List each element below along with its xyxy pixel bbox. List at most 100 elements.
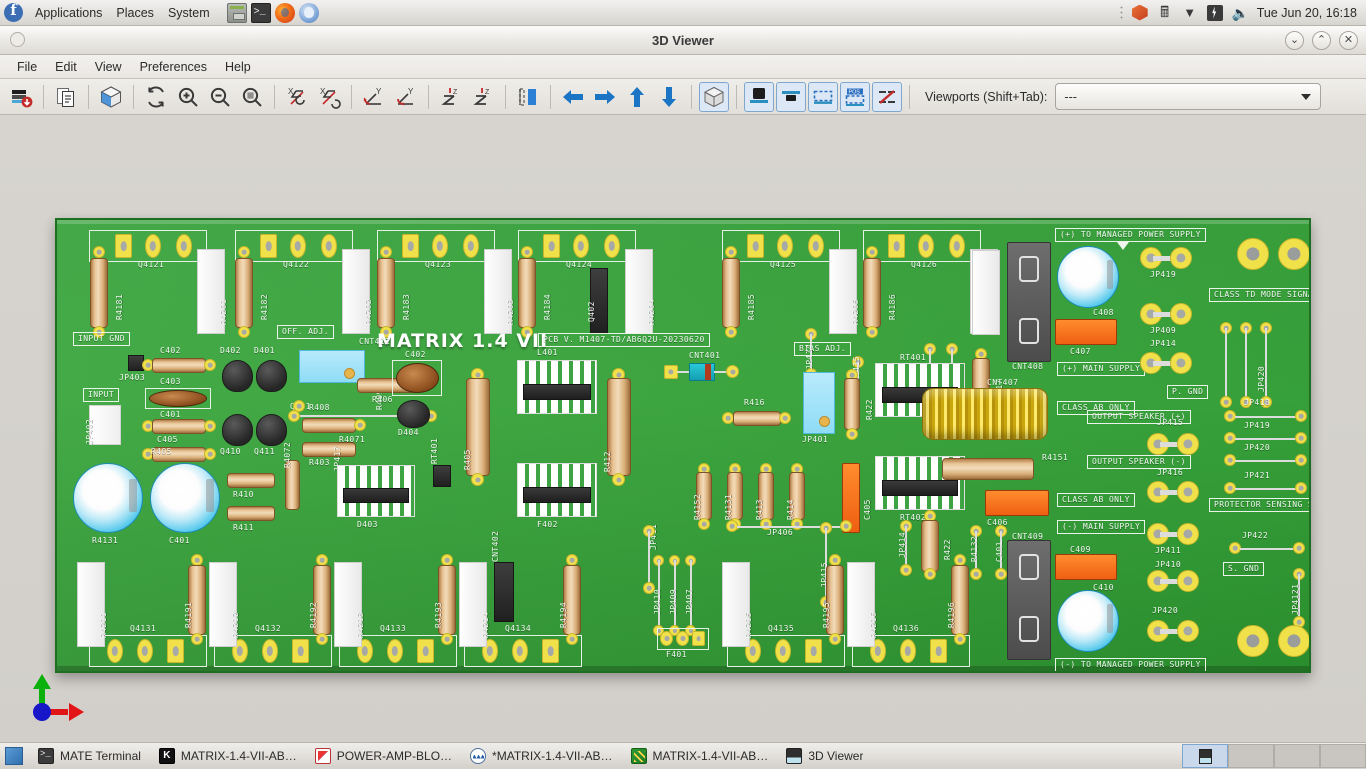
volume-icon[interactable]: 🔈 [1232, 5, 1249, 21]
pad [238, 326, 250, 338]
pad [664, 365, 678, 379]
workspace-2[interactable] [1228, 743, 1274, 768]
mate-browser-icon[interactable] [298, 2, 319, 23]
show-outline-icon[interactable] [808, 81, 838, 112]
task-power-amp-block[interactable]: POWER-AMP-BLO… [306, 745, 461, 767]
silk-designator: Q4134 [505, 624, 532, 633]
move-up-icon[interactable] [622, 82, 652, 112]
menu-help[interactable]: Help [216, 57, 260, 77]
silk-designator: R416 [744, 398, 765, 407]
task-label: 3D Viewer [808, 748, 864, 763]
resistor-body [733, 411, 781, 426]
show-desktop-button[interactable] [5, 746, 23, 765]
silk-designator: C407 [1070, 347, 1091, 356]
files-icon[interactable] [226, 2, 247, 23]
trimmer-body[interactable] [299, 350, 365, 383]
terminal-icon[interactable] [250, 2, 271, 23]
zoom-out-icon[interactable] [205, 82, 235, 112]
move-left-icon[interactable] [558, 82, 588, 112]
heatsink-body [517, 463, 597, 517]
rotate-z-ccw-icon[interactable]: Z [436, 82, 466, 112]
task-matrix-modified[interactable]: *MATRIX-1.4-VII-AB… [461, 745, 621, 767]
maximize-button[interactable]: ⌃ [1312, 31, 1331, 50]
show-position-icon[interactable]: POS [840, 81, 870, 112]
zoom-fit-icon[interactable] [237, 82, 267, 112]
workspace-1[interactable] [1182, 743, 1228, 768]
silk-designator: R422 [865, 399, 874, 420]
mounting-hole [1237, 238, 1269, 270]
board-edge-highlight [57, 220, 1309, 224]
silk-designator: R4205 [851, 298, 860, 325]
task-matrix-pcb[interactable]: MATRIX-1.4-VII-AB… [622, 745, 778, 767]
render-icon[interactable] [96, 82, 126, 112]
bluetooth-icon[interactable]: 🖩 [1157, 4, 1173, 21]
silk-designator: R4202 [364, 298, 373, 325]
rotate-y-ccw-icon[interactable]: Y [359, 82, 389, 112]
workspace-4[interactable] [1320, 743, 1366, 768]
silk-designator: R422 [943, 539, 952, 560]
move-down-icon[interactable] [654, 82, 684, 112]
resistor-body [302, 442, 356, 457]
silk-designator: JP416 [1157, 468, 1184, 477]
panel-menu-applications[interactable]: Applications [28, 3, 109, 23]
rotate-x-ccw-icon[interactable]: X [282, 82, 312, 112]
task-kicad-project[interactable]: K MATRIX-1.4-VII-AB… [150, 745, 306, 767]
menu-view[interactable]: View [86, 57, 131, 77]
battery-icon[interactable] [1206, 4, 1223, 21]
refresh-icon[interactable] [141, 82, 171, 112]
panel-menu-system[interactable]: System [161, 3, 217, 23]
silk-designator: JP410 [1155, 560, 1182, 569]
toolbar-separator [550, 84, 551, 109]
fuse-clip [1019, 616, 1039, 642]
toolbar-separator [691, 84, 692, 109]
show-top-icon[interactable] [744, 81, 774, 112]
rotate-y-cw-icon[interactable]: Y [391, 82, 421, 112]
copy-icon[interactable] [51, 82, 81, 112]
close-button[interactable]: ✕ [1339, 31, 1358, 50]
resistor-body [90, 258, 108, 328]
tray-handle[interactable] [1119, 4, 1123, 21]
fedora-logo-icon[interactable] [4, 1, 23, 22]
pad [676, 631, 689, 646]
pad [1295, 432, 1307, 444]
pad [900, 564, 912, 576]
pad [1170, 303, 1192, 325]
3d-viewport[interactable]: Q4121 R4181 R4201 Q4122 R4182 R4202 Q412… [0, 115, 1366, 746]
panel-menu-places[interactable]: Places [109, 3, 161, 23]
trimmer-body[interactable] [803, 372, 835, 434]
lead [648, 531, 650, 586]
wifi-icon[interactable]: ▼ [1182, 5, 1198, 21]
pcb-board[interactable]: Q4121 R4181 R4201 Q4122 R4182 R4202 Q412… [55, 218, 1311, 673]
pad [779, 412, 791, 424]
silk-designator: CNT408 [1012, 362, 1044, 371]
window-menu-icon[interactable] [10, 32, 25, 47]
task-3d-viewer[interactable]: 3D Viewer [777, 745, 872, 767]
minimize-button[interactable]: ⌄ [1285, 31, 1304, 50]
show-no-net-icon[interactable] [872, 81, 902, 112]
menu-file[interactable]: File [8, 57, 46, 77]
silk-designator: R408 [309, 403, 330, 412]
move-right-icon[interactable] [590, 82, 620, 112]
silk-designator: Q4124 [566, 260, 593, 269]
menu-edit[interactable]: Edit [46, 57, 86, 77]
reload-board-icon[interactable] [6, 82, 36, 112]
kicad-icon: K [158, 747, 175, 764]
flip-board-icon[interactable] [513, 82, 543, 112]
task-mate-terminal[interactable]: MATE Terminal [29, 745, 150, 767]
electrolytic-capacitor [150, 463, 220, 533]
zoom-in-icon[interactable] [173, 82, 203, 112]
pad [542, 639, 559, 663]
pad [1177, 570, 1199, 592]
viewports-select[interactable]: --- [1055, 83, 1322, 110]
orthographic-icon[interactable] [699, 81, 729, 112]
firefox-icon[interactable] [274, 2, 295, 23]
workspace-3[interactable] [1274, 743, 1320, 768]
annotation-minus-main-supply: (-) MAIN SUPPLY [1057, 520, 1146, 534]
pad [262, 639, 278, 663]
rotate-x-cw-icon[interactable]: X [314, 82, 344, 112]
rotate-z-cw-icon[interactable]: Z [468, 82, 498, 112]
menu-preferences[interactable]: Preferences [131, 57, 216, 77]
panel-clock[interactable]: Tue Jun 20, 16:18 [1257, 6, 1357, 20]
package-icon[interactable] [1131, 4, 1148, 21]
show-bottom-icon[interactable] [776, 81, 806, 112]
